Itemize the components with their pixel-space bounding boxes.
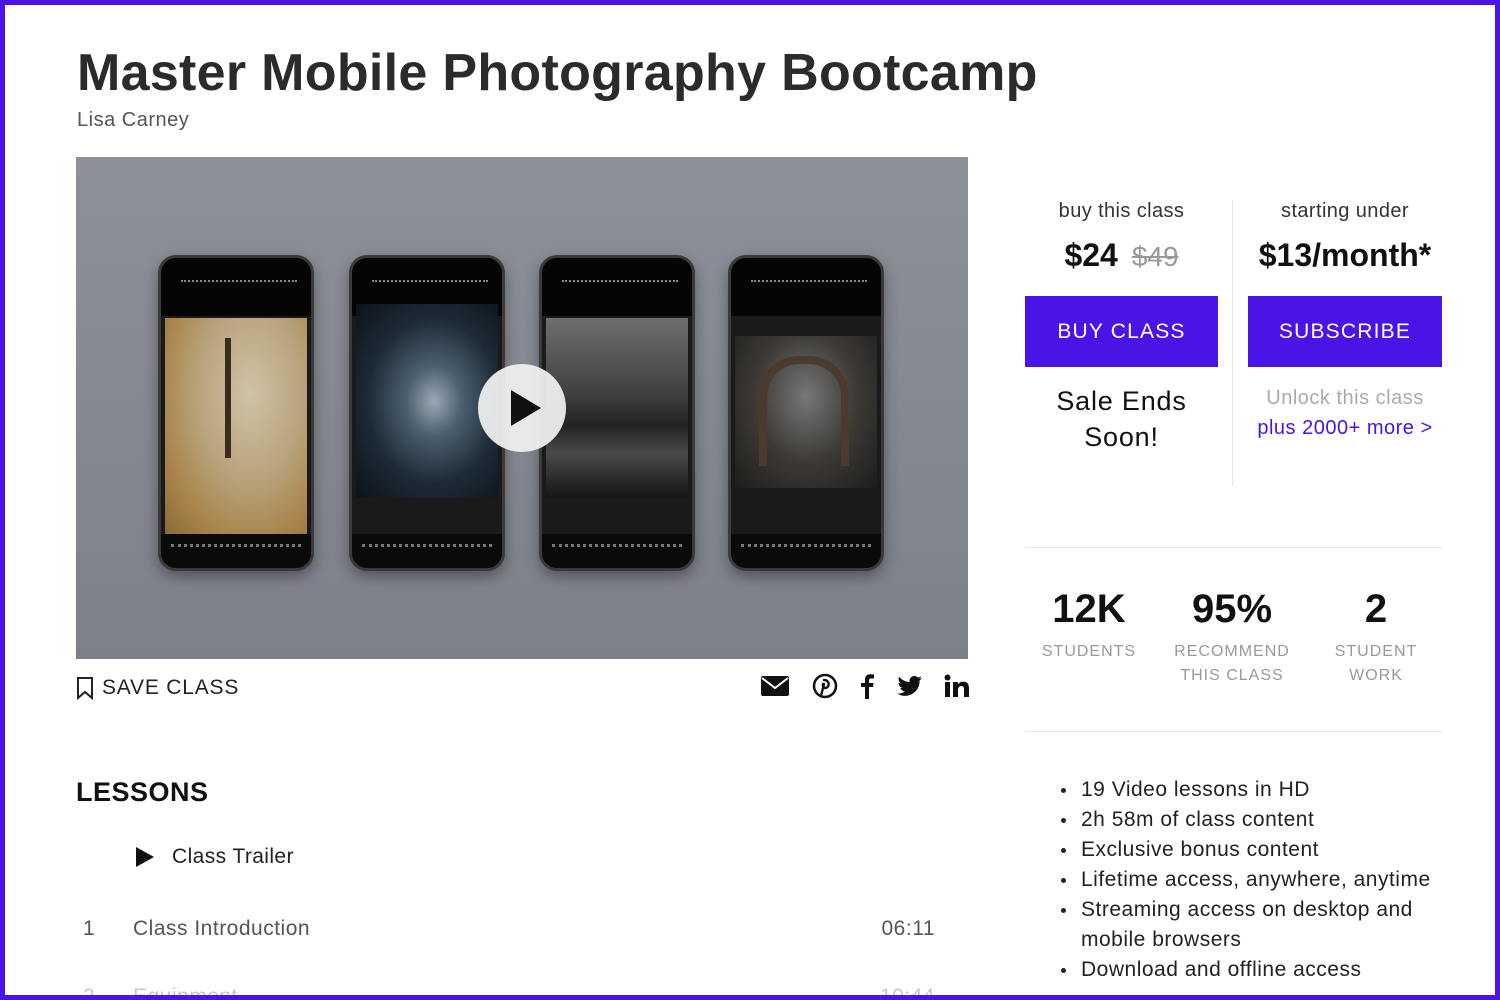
stat-students: 12K STUDENTS	[1024, 587, 1154, 664]
save-class-button[interactable]: SAVE CLASS	[76, 673, 239, 703]
original-price: $49	[1131, 241, 1179, 272]
stat-student-work[interactable]: 2 STUDENT WORK	[1311, 587, 1441, 688]
stat-value: 12K	[1052, 587, 1126, 631]
pricing-divider	[1232, 200, 1233, 486]
stat-label-line: RECOMMEND	[1174, 643, 1290, 660]
phone-photo-boat	[356, 304, 498, 498]
subscribe-panel: starting under $13/month* SUBSCRIBE Unlo…	[1248, 200, 1442, 443]
buy-class-button[interactable]: BUY CLASS	[1025, 296, 1218, 367]
lessons-heading: LESSONS	[76, 777, 209, 807]
facebook-icon[interactable]	[859, 673, 875, 699]
stat-recommend: 95% RECOMMEND THIS CLASS	[1167, 587, 1297, 688]
play-icon	[511, 390, 541, 426]
feature-list: 19 Video lessons in HD 2h 58m of class c…	[1061, 775, 1461, 985]
share-bar	[760, 669, 970, 703]
unlock-text: Unlock this class	[1266, 387, 1424, 409]
save-class-label: SAVE CLASS	[102, 676, 240, 699]
lesson-duration: 10:44	[879, 985, 935, 1000]
twitter-icon[interactable]	[896, 675, 923, 697]
stat-value: 95%	[1191, 587, 1273, 631]
author-name[interactable]: Lisa Carney	[77, 109, 189, 132]
buy-price: $24 $49	[1025, 237, 1218, 274]
stat-label-line: STUDENT	[1334, 643, 1418, 660]
phone-bottom-toolbar	[542, 534, 692, 568]
lesson-number: 1	[83, 917, 96, 940]
stat-label: STUDENT WORK	[1311, 640, 1441, 688]
page-frame: Master Mobile Photography Bootcamp Lisa …	[0, 0, 1500, 1000]
unlock-more-link[interactable]: plus 2000+ more >	[1257, 417, 1432, 439]
phone-toolbar	[731, 258, 881, 316]
stat-label-line: STUDENTS	[1041, 643, 1137, 660]
subscribe-button[interactable]: SUBSCRIBE	[1248, 296, 1442, 367]
phone-toolbar	[542, 258, 692, 316]
feature-item: Lifetime access, anywhere, anytime	[1061, 865, 1461, 895]
email-icon[interactable]	[760, 675, 790, 697]
phone-photo-tree	[165, 318, 307, 534]
feature-item: 2h 58m of class content	[1061, 805, 1461, 835]
lesson-row[interactable]: 1 Class Introduction 06:11	[83, 917, 943, 947]
play-button[interactable]	[478, 364, 566, 452]
stat-value: 2	[1364, 587, 1388, 631]
lesson-title: Class Introduction	[133, 917, 311, 940]
buy-price-label: buy this class	[1058, 200, 1185, 222]
subscribe-price: $13/month*	[1258, 237, 1432, 273]
lesson-duration: 06:11	[881, 917, 935, 940]
section-divider	[1025, 731, 1442, 732]
feature-item: 19 Video lessons in HD	[1061, 775, 1461, 805]
stat-label: STUDENTS	[1024, 640, 1154, 664]
lesson-title: Equipment	[133, 985, 238, 1000]
class-trailer-item[interactable]: Class Trailer	[136, 845, 294, 869]
phone-mockup-4	[728, 255, 884, 571]
unlock-text-block: Unlock this class plus 2000+ more >	[1248, 383, 1442, 443]
lesson-number: 2	[83, 985, 96, 1000]
linkedin-icon[interactable]	[944, 674, 970, 698]
class-trailer-label: Class Trailer	[172, 845, 294, 868]
subscribe-price-label: starting under	[1281, 200, 1409, 222]
feature-item: Download and offline access	[1061, 955, 1461, 985]
sale-notice-line1: Sale Ends	[1056, 386, 1187, 416]
phone-bottom-toolbar	[161, 534, 311, 568]
feature-item: Streaming access on desktop and mobile b…	[1061, 895, 1461, 955]
sale-notice: Sale Ends Soon!	[1025, 383, 1218, 455]
feature-item: Exclusive bonus content	[1061, 835, 1461, 865]
phone-photo-lake	[546, 318, 688, 498]
section-divider	[1025, 547, 1442, 548]
stat-label: RECOMMEND THIS CLASS	[1167, 640, 1297, 688]
play-icon	[136, 847, 154, 867]
lesson-row[interactable]: 2 Equipment 10:44	[83, 985, 943, 1000]
stat-label-line: WORK	[1349, 667, 1403, 684]
pinterest-icon[interactable]	[812, 673, 838, 699]
sale-notice-line2: Soon!	[1084, 422, 1159, 452]
stat-label-line: THIS CLASS	[1180, 667, 1284, 684]
phone-bottom-toolbar	[731, 534, 881, 568]
video-player[interactable]	[76, 157, 968, 659]
bookmark-icon	[77, 677, 93, 700]
buy-class-panel: buy this class $24 $49 BUY CLASS Sale End…	[1025, 200, 1218, 455]
page-title: Master Mobile Photography Bootcamp	[77, 44, 1038, 102]
phone-photo-bridge	[735, 336, 877, 488]
phone-mockup-1	[158, 255, 314, 571]
current-price: $24	[1064, 237, 1118, 273]
phone-toolbar	[161, 258, 311, 316]
phone-bottom-toolbar	[352, 534, 502, 568]
